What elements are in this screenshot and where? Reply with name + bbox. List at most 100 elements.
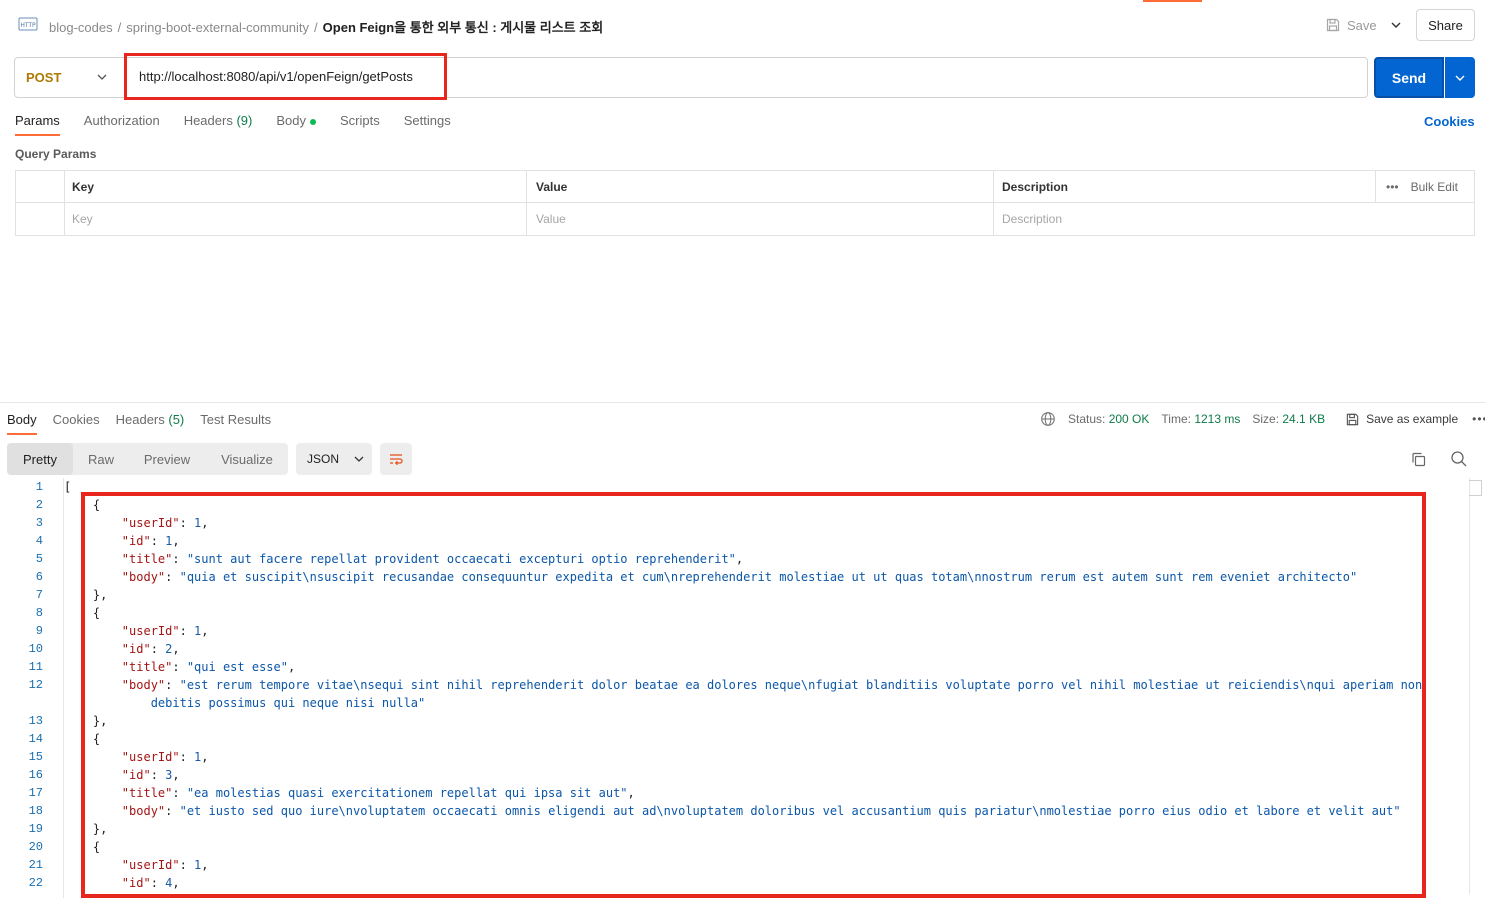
line-number: 11	[28, 660, 43, 674]
view-pretty-button[interactable]: Pretty	[7, 443, 73, 475]
view-raw-button[interactable]: Raw	[73, 443, 129, 475]
time-info[interactable]: Time: 1213 ms	[1161, 412, 1240, 426]
request-tabs: Params Authorization Headers (9) Body Sc…	[15, 113, 475, 136]
chevron-down-icon	[354, 456, 364, 462]
line-number: 5	[35, 552, 43, 566]
line-number: 16	[28, 768, 43, 782]
value-input[interactable]: Value	[528, 203, 566, 235]
table-row: Key Value Description	[16, 203, 1474, 235]
time-value: 1213 ms	[1194, 412, 1241, 426]
line-number: 9	[35, 624, 43, 638]
query-params-title: Query Params	[15, 147, 97, 161]
line-number: 22	[28, 876, 43, 890]
response-highlight-box	[81, 492, 1426, 898]
tab-params[interactable]: Params	[15, 113, 60, 136]
body-indicator-dot	[309, 118, 316, 125]
line-number: 1	[35, 480, 43, 494]
format-select[interactable]: JSON	[296, 443, 372, 475]
format-label: JSON	[307, 452, 340, 466]
line-number: 19	[28, 822, 43, 836]
line-number: 4	[35, 534, 43, 548]
response-tab-headers[interactable]: Headers (5)	[116, 412, 185, 435]
save-label: Save	[1347, 17, 1377, 33]
scrollbar[interactable]	[1469, 478, 1470, 894]
size-label: Size:	[1252, 412, 1280, 426]
search-icon[interactable]	[1450, 450, 1468, 468]
chevron-down-icon	[1455, 75, 1465, 81]
column-header-value: Value	[536, 180, 568, 194]
bulk-edit-button[interactable]: Bulk Edit	[1411, 180, 1458, 194]
headers-count: (9)	[236, 113, 253, 128]
response-tab-headers-label: Headers	[115, 412, 165, 427]
save-as-example-button[interactable]: Save as example	[1345, 412, 1458, 427]
response-headers-count: (5)	[168, 412, 185, 427]
line-number: 7	[35, 588, 43, 602]
tab-body-label: Body	[276, 113, 306, 128]
save-icon	[1326, 18, 1340, 32]
response-status-bar: Status: 200 OK Time: 1213 ms Size: 24.1 …	[1040, 411, 1485, 427]
save-as-example-label: Save as example	[1366, 412, 1459, 426]
response-divider[interactable]	[0, 402, 1485, 403]
send-button[interactable]: Send	[1374, 57, 1444, 98]
method-chevron-down-icon[interactable]	[96, 71, 108, 83]
time-label: Time:	[1161, 412, 1191, 426]
share-button[interactable]: Share	[1416, 9, 1475, 41]
response-tab-test-results[interactable]: Test Results	[200, 412, 271, 435]
size-info[interactable]: Size: 24.1 KB	[1252, 412, 1325, 426]
tab-settings[interactable]: Settings	[404, 113, 451, 136]
line-number: 17	[28, 786, 43, 800]
tab-scripts[interactable]: Scripts	[340, 113, 380, 136]
breadcrumb-workspace[interactable]: blog-codes	[49, 20, 113, 35]
status-info[interactable]: Status: 200 OK	[1068, 412, 1149, 426]
active-tab-indicator	[1143, 0, 1202, 2]
view-preview-button[interactable]: Preview	[132, 443, 202, 475]
response-tab-body-label: Body	[7, 412, 37, 427]
response-tab-cookies[interactable]: Cookies	[53, 412, 100, 435]
status-label: Status:	[1068, 412, 1106, 426]
line-number: 18	[28, 804, 43, 818]
send-options-button[interactable]	[1445, 57, 1475, 98]
copy-icon[interactable]	[1410, 451, 1427, 468]
line-number: 13	[28, 714, 43, 728]
tab-headers-label: Headers	[183, 113, 233, 128]
line-number: 10	[28, 642, 43, 656]
scrollbar-thumb[interactable]	[1469, 480, 1482, 496]
top-bar: HTTP blog-codes / spring-boot-external-com…	[0, 0, 1485, 50]
cookies-link[interactable]: Cookies	[1424, 114, 1475, 129]
response-tab-body[interactable]: Body	[7, 412, 37, 435]
query-params-table: Key Value Description ••• Bulk Edit Key …	[15, 170, 1475, 236]
line-number: 8	[35, 606, 43, 620]
line-number: 15	[28, 750, 43, 764]
tab-headers[interactable]: Headers (9)	[184, 113, 253, 136]
table-header-row: Key Value Description ••• Bulk Edit	[16, 171, 1474, 203]
share-label: Share	[1428, 17, 1463, 33]
more-options-icon[interactable]: •••	[1386, 180, 1399, 194]
status-value: 200 OK	[1108, 412, 1150, 426]
key-input[interactable]: Key	[64, 203, 93, 235]
column-header-key: Key	[72, 180, 95, 194]
line-number: 12	[28, 678, 43, 692]
breadcrumb-collection[interactable]: spring-boot-external-community	[126, 20, 309, 35]
globe-icon[interactable]	[1040, 411, 1056, 427]
size-value: 24.1 KB	[1282, 412, 1326, 426]
http-method-select[interactable]: POST	[26, 70, 61, 85]
wrap-lines-button[interactable]	[380, 443, 412, 475]
http-icon: HTTP	[18, 17, 38, 31]
column-header-description: Description	[1002, 180, 1069, 194]
view-visualize-button[interactable]: Visualize	[210, 443, 284, 475]
description-input[interactable]: Description	[994, 203, 1062, 235]
tab-body[interactable]: Body	[276, 113, 316, 136]
bulk-edit-group: ••• Bulk Edit	[1386, 171, 1458, 203]
more-options-icon[interactable]: •••	[1472, 412, 1485, 426]
tab-authorization-label: Authorization	[83, 113, 160, 128]
line-number: 20	[28, 840, 43, 854]
save-button[interactable]: Save	[1325, 14, 1377, 36]
view-mode-group: Pretty Raw Preview Visualize	[7, 443, 288, 475]
request-title[interactable]: Open Feign을 통한 외부 통신 : 게시물 리스트 조회	[323, 20, 604, 35]
url-highlight-box	[124, 53, 447, 100]
save-options-chevron-down-icon[interactable]	[1387, 16, 1405, 34]
tab-authorization[interactable]: Authorization	[84, 113, 160, 136]
svg-text:HTTP: HTTP	[20, 22, 36, 29]
line-number: 14	[28, 732, 43, 746]
line-number: 21	[28, 858, 43, 872]
